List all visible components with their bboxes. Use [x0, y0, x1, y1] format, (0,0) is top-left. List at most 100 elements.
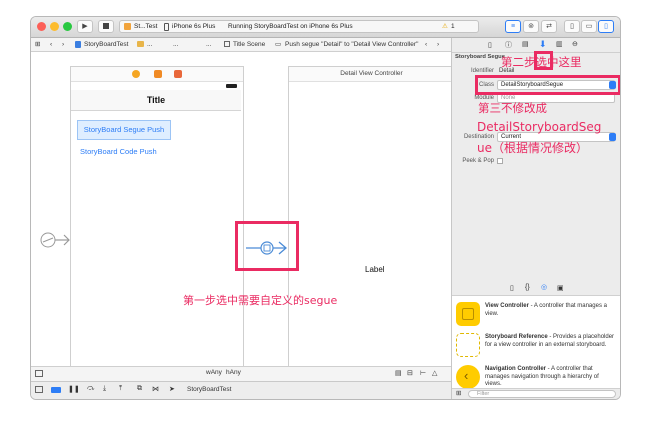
annotation-step3-line2: DetailStoryboardSeg: [477, 120, 602, 134]
xcode-window: ▶ St...Test iPhone 6s Plus Running Story…: [31, 17, 620, 399]
identity-inspector-icon[interactable]: ▤: [522, 40, 529, 48]
size-inspector-icon[interactable]: ▥: [556, 40, 563, 48]
zoom-window-button[interactable]: [63, 22, 72, 31]
attributes-inspector-icon[interactable]: ⬇: [539, 39, 547, 50]
breadcrumb-folder[interactable]: ...: [147, 38, 152, 51]
filter-input[interactable]: Filter: [468, 390, 616, 398]
version-editor-button[interactable]: ⇄: [541, 20, 557, 33]
title-view-controller[interactable]: Title StoryBoard Segue Push StoryBoard C…: [70, 66, 244, 382]
toggle-navigator-button[interactable]: ▯: [564, 20, 580, 33]
library-filter-bar: ⊞ Filter: [452, 388, 620, 399]
standard-editor-button[interactable]: ≡: [505, 20, 521, 33]
step-in-icon[interactable]: ⤓: [103, 385, 106, 393]
breadcrumb-scene[interactable]: Title Scene: [233, 38, 265, 51]
scene-icon: [224, 41, 230, 47]
jump-bar: ⊞ ‹ › StoryBoardTest ... ... ... Title S…: [31, 38, 451, 52]
file-template-library-icon[interactable]: ▯: [510, 284, 514, 292]
document-outline-toggle-icon[interactable]: [35, 370, 43, 377]
scheme-status-bar[interactable]: St...Test iPhone 6s Plus Running StoryBo…: [119, 20, 479, 33]
status-bar: [71, 82, 241, 90]
annotation-step1: 第一步选中需要自定义的segue: [183, 294, 338, 307]
battery-icon: [226, 84, 237, 88]
folder-icon: [137, 41, 144, 47]
detail-view-controller[interactable]: Detail View Controller Label: [288, 66, 454, 382]
memory-graph-icon[interactable]: ⋈: [152, 385, 159, 393]
location-icon[interactable]: ➤: [169, 385, 175, 393]
code-push-button[interactable]: StoryBoard Code Push: [80, 147, 157, 156]
peek-pop-label: Peek & Pop: [462, 158, 494, 164]
minimize-window-button[interactable]: [50, 22, 59, 31]
debug-target[interactable]: StoryBoardTest: [187, 386, 231, 393]
library-item-view-controller[interactable]: View Controller - A controller that mana…: [452, 300, 620, 330]
file-inspector-icon[interactable]: ▯: [488, 41, 492, 49]
forward-arrow-icon[interactable]: ›: [62, 38, 64, 51]
breadcrumb-file-2[interactable]: ...: [206, 38, 211, 51]
debug-bar: ❚❚ ⤼ ⤓ ⤒ ⧉ ⋈ ➤ StoryBoardTest: [31, 381, 451, 399]
destination-dropdown-icon[interactable]: [609, 133, 616, 141]
media-library-icon[interactable]: ▣: [557, 284, 564, 292]
breadcrumb-segue[interactable]: Push segue "Detail" to "Detail View Cont…: [285, 38, 418, 51]
breadcrumb-project[interactable]: StoryBoardTest: [84, 38, 128, 51]
code-snippet-library-icon[interactable]: {}: [525, 284, 530, 291]
breadcrumb-file[interactable]: ...: [173, 38, 178, 51]
view-controller-icon[interactable]: [132, 70, 140, 78]
first-responder-icon[interactable]: [154, 70, 162, 78]
scheme-target[interactable]: St...Test: [134, 21, 157, 32]
inspector-section-header: Storyboard Segue: [455, 54, 505, 60]
pin-icon[interactable]: ⊢: [420, 369, 426, 377]
initial-view-controller-arrow[interactable]: [37, 231, 71, 249]
exit-icon[interactable]: [174, 70, 182, 78]
editor-lines-icon: ≡: [510, 23, 516, 30]
stop-icon: [103, 23, 109, 30]
jump-back-icon[interactable]: ‹: [425, 38, 427, 51]
stack-icon[interactable]: ▤: [395, 369, 402, 377]
quick-help-icon[interactable]: ⓘ: [505, 40, 512, 50]
pause-icon[interactable]: ❚❚: [68, 385, 80, 393]
navigation-bar: Title: [71, 90, 241, 111]
view-controller-library-icon: [456, 302, 480, 326]
related-items-icon[interactable]: ⊞: [35, 38, 40, 51]
size-class-height[interactable]: hAny: [226, 369, 241, 376]
run-button[interactable]: ▶: [77, 20, 93, 33]
segue-push-button[interactable]: StoryBoard Segue Push: [77, 120, 171, 140]
annotation-step3-line3: ue（根据情况修改）: [477, 141, 588, 155]
jump-forward-icon[interactable]: ›: [437, 38, 439, 51]
storyboard-canvas[interactable]: Title StoryBoard Segue Push StoryBoard C…: [31, 52, 454, 382]
library-item-storyboard-reference[interactable]: Storyboard Reference - Provides a placeh…: [452, 331, 620, 361]
navigator-panel-icon: ▯: [570, 23, 574, 30]
size-class-width[interactable]: wAny: [206, 369, 222, 376]
storyboard-reference-library-icon: [456, 333, 480, 357]
breakpoints-icon[interactable]: [51, 387, 61, 393]
step-over-icon[interactable]: ⤼: [87, 385, 94, 393]
peek-pop-checkbox[interactable]: [497, 158, 503, 164]
step-out-icon[interactable]: ⤒: [119, 385, 122, 393]
warning-icon[interactable]: ⚠: [442, 21, 448, 32]
connections-inspector-icon[interactable]: ⊖: [572, 40, 578, 48]
detail-label[interactable]: Label: [365, 265, 385, 274]
view-hierarchy-icon[interactable]: ⧉: [137, 385, 142, 393]
toggle-debug-area-button[interactable]: ▭: [581, 20, 597, 33]
align-icon[interactable]: ⊟: [407, 369, 413, 377]
library-tabs: ▯ {} ◎ ▣: [452, 283, 620, 296]
toggle-utilities-button[interactable]: ▯: [598, 20, 614, 33]
resolve-icon[interactable]: △: [432, 369, 437, 377]
scheme-device[interactable]: iPhone 6s Plus: [172, 21, 215, 32]
scheme-target-icon: [124, 23, 131, 30]
peek-pop-row: Peek & Pop: [452, 156, 620, 166]
segue-icon: ▭: [275, 41, 282, 48]
assistant-editor-button[interactable]: ⊚: [523, 20, 539, 33]
object-library-icon[interactable]: ◎: [541, 283, 547, 291]
scene-dock: [71, 67, 243, 82]
nav-title: Title: [146, 95, 166, 105]
navigation-controller-library-icon: ‹: [456, 365, 480, 389]
project-icon: [75, 41, 81, 48]
entry-arrow-icon: [40, 232, 70, 248]
grid-view-icon[interactable]: ⊞: [456, 389, 461, 397]
hide-debug-icon[interactable]: [35, 386, 43, 393]
close-window-button[interactable]: [37, 22, 46, 31]
back-arrow-icon[interactable]: ‹: [50, 38, 52, 51]
annotation-step3-line1: 第三不修改成: [478, 101, 547, 115]
stop-button[interactable]: [98, 20, 114, 33]
activity-status: Running StoryBoardTest on iPhone 6s Plus: [228, 23, 353, 30]
warning-count: 1: [451, 23, 455, 30]
